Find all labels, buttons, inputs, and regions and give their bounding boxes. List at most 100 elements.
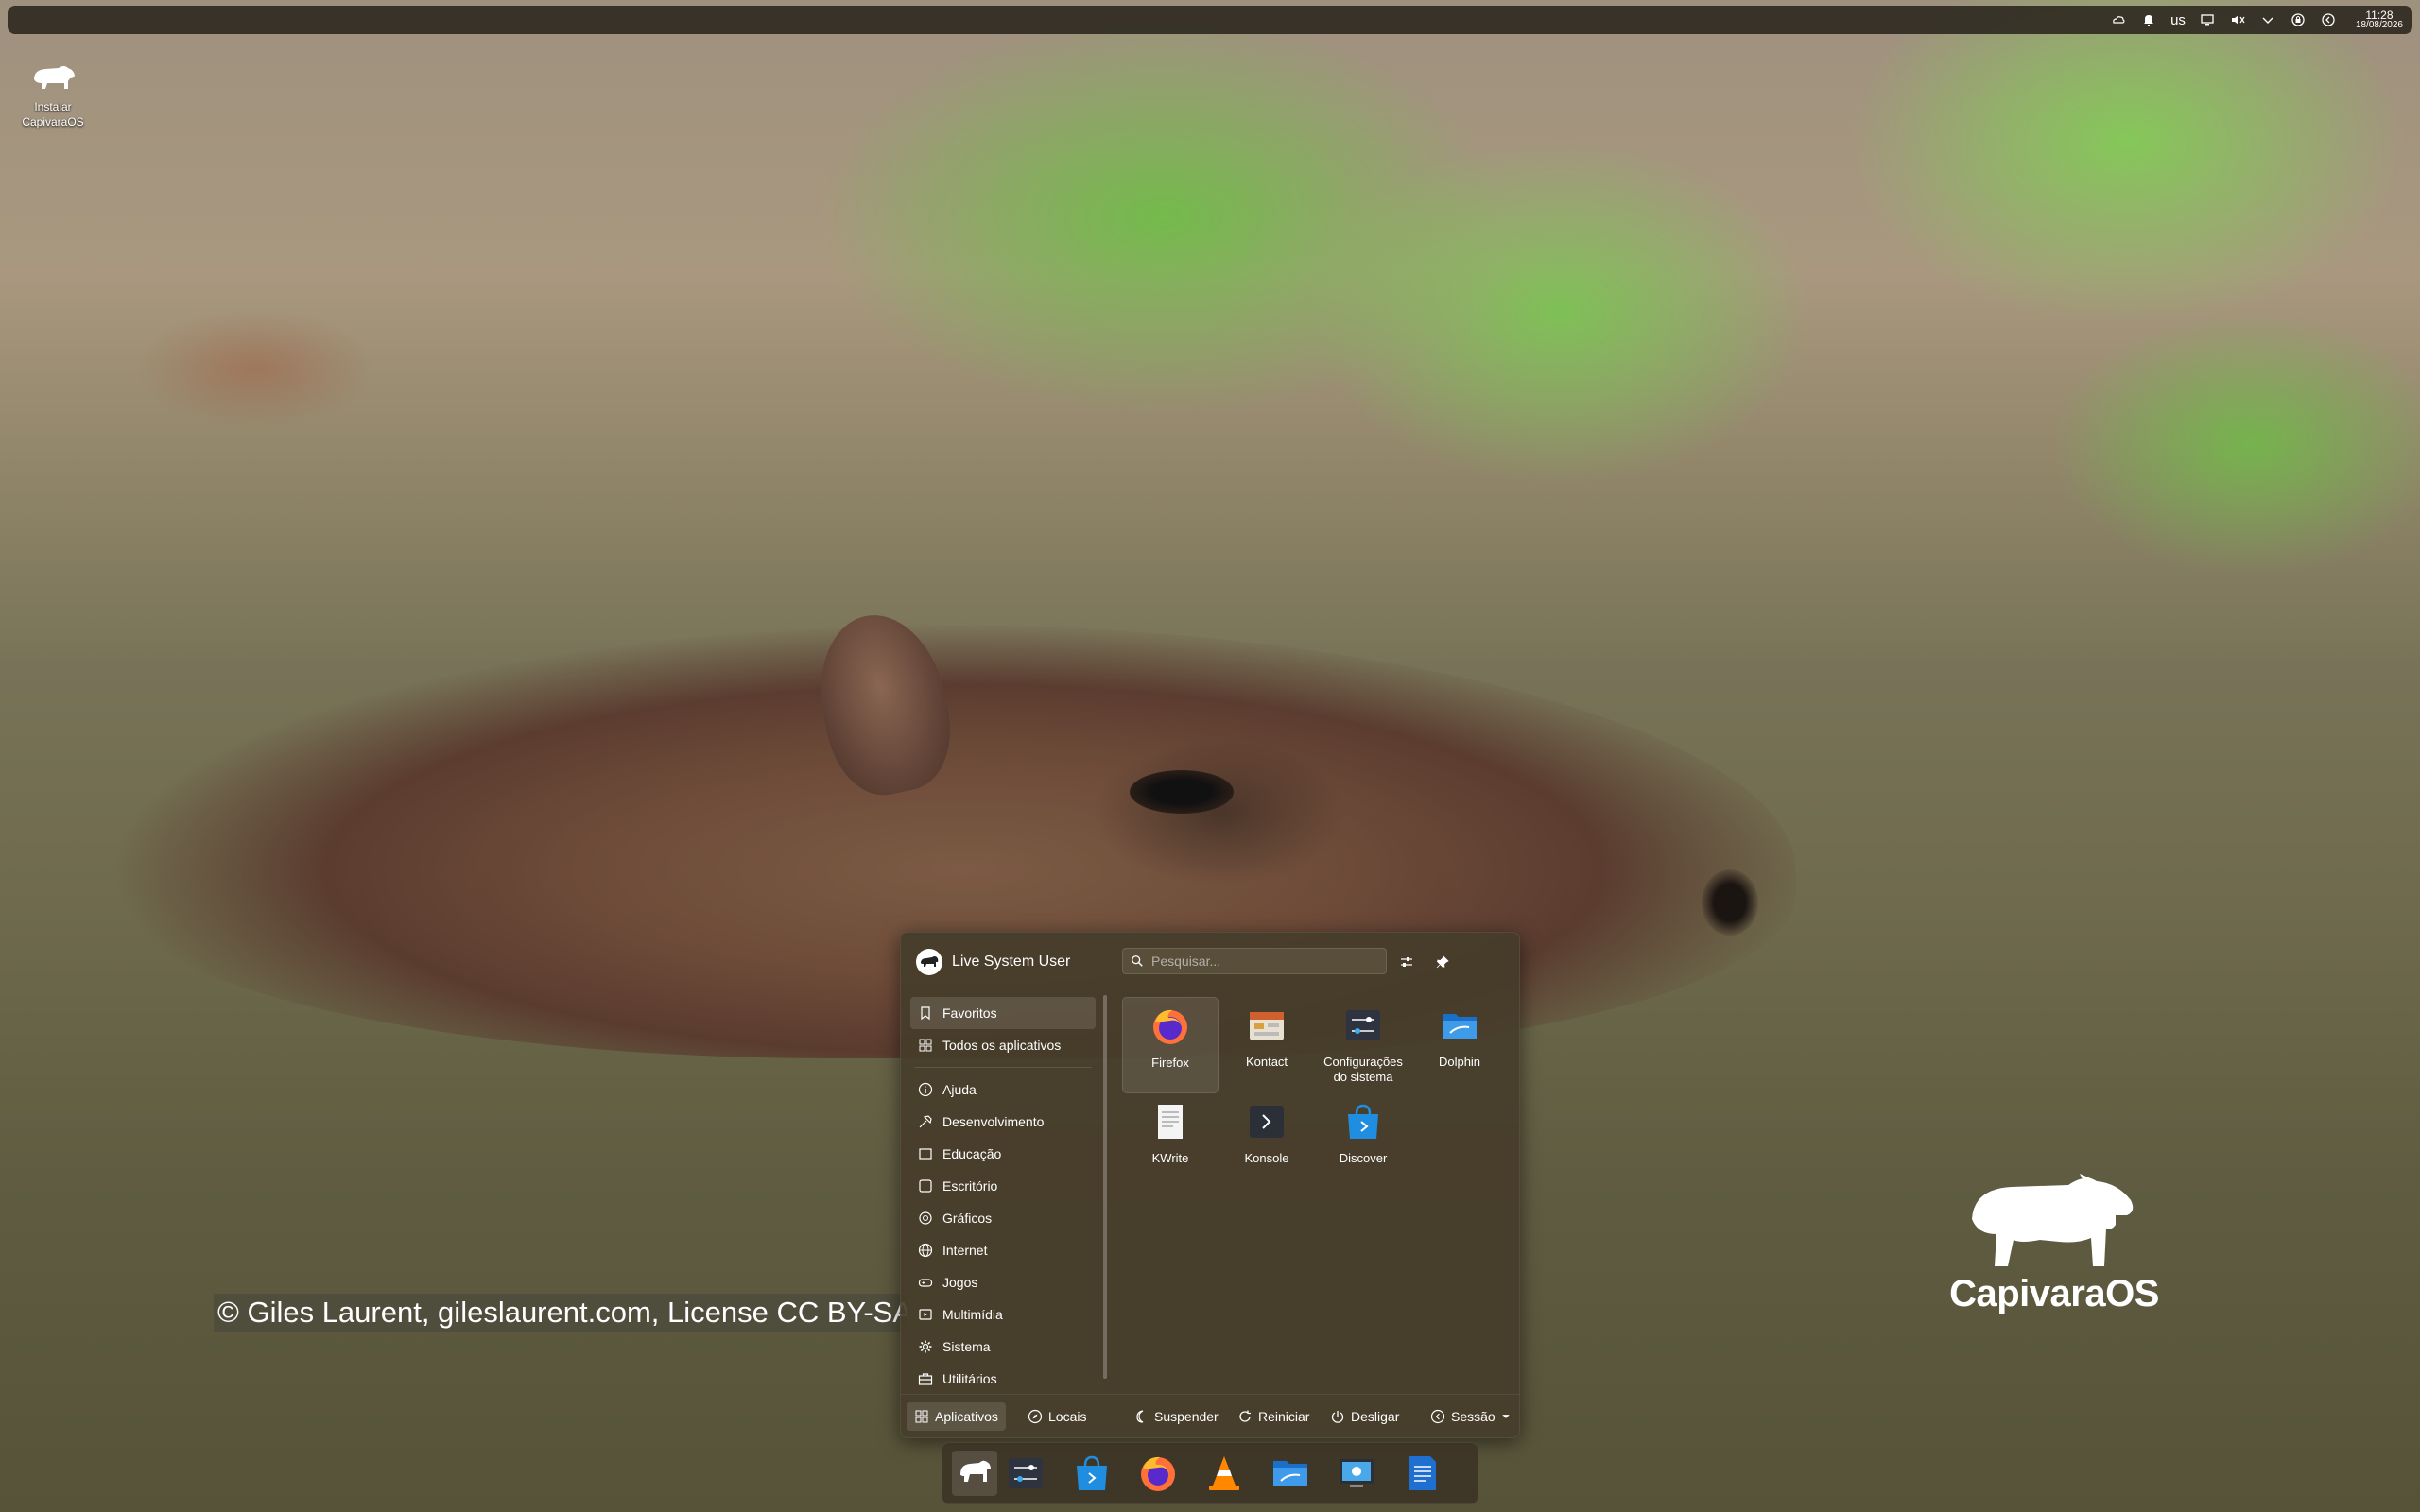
app-label: Discover — [1339, 1151, 1388, 1165]
dock-vlc[interactable] — [1201, 1451, 1247, 1496]
category-label: Ajuda — [942, 1082, 977, 1097]
app-label-line1: Configurações — [1323, 1055, 1403, 1069]
wallpaper-credit: © Giles Laurent, gileslaurent.com, Licen… — [214, 1294, 908, 1332]
dock-dolphin[interactable] — [1268, 1451, 1313, 1496]
keyboard-layout-indicator[interactable]: us — [2170, 12, 2186, 28]
multimedia-icon — [919, 1309, 932, 1320]
weather-icon[interactable] — [2110, 11, 2127, 28]
restart-button[interactable]: Reiniciar — [1230, 1402, 1317, 1431]
dock-office-writer[interactable] — [1400, 1451, 1445, 1496]
dock-screenshot[interactable] — [1334, 1451, 1379, 1496]
category-label: Sistema — [942, 1339, 991, 1354]
desktop-install-icon[interactable]: Instalar CapivaraOS — [13, 60, 93, 129]
dolphin-icon — [1273, 1461, 1307, 1486]
app-kwrite[interactable]: KWrite — [1122, 1093, 1219, 1190]
category-label: Jogos — [942, 1275, 978, 1290]
capybara-avatar-icon — [921, 956, 939, 967]
wallpaper-capybara-nose — [1702, 869, 1758, 936]
desktop-icon-label-1: Instalar — [34, 100, 72, 113]
app-firefox[interactable]: Firefox — [1122, 997, 1219, 1093]
dock-system-settings[interactable] — [1003, 1451, 1048, 1496]
restart-label: Reiniciar — [1258, 1409, 1310, 1424]
brand-logo: CapivaraOS — [1936, 1172, 2172, 1315]
hammer-icon — [919, 1115, 932, 1128]
pin-button[interactable] — [1430, 950, 1455, 974]
volume-muted-icon[interactable] — [2229, 11, 2246, 28]
tray-expand-icon[interactable] — [2259, 11, 2276, 28]
dock-launcher-button[interactable] — [952, 1451, 997, 1496]
category-educacao[interactable]: Educação — [910, 1138, 1096, 1170]
dock-firefox[interactable] — [1135, 1451, 1181, 1496]
tab-applications[interactable]: Aplicativos — [907, 1402, 1006, 1431]
app-system-settings[interactable]: Configurações do sistema — [1315, 997, 1411, 1093]
graphics-icon — [919, 1211, 932, 1225]
toolbox-icon — [918, 1373, 933, 1385]
capybara-icon — [34, 66, 75, 89]
category-divider — [914, 1067, 1092, 1068]
category-jogos[interactable]: Jogos — [910, 1266, 1096, 1298]
konsole-icon — [1250, 1106, 1284, 1138]
dock-discover[interactable] — [1069, 1451, 1115, 1496]
category-desenvolvimento[interactable]: Desenvolvimento — [910, 1106, 1096, 1138]
app-label: Dolphin — [1438, 1055, 1481, 1069]
application-launcher: Live System User Favoritos Todos os apli… — [900, 932, 1520, 1438]
app-label-line2: do sistema — [1333, 1070, 1393, 1084]
capybara-logo-icon — [1972, 1174, 2134, 1266]
desktop-icon-label-2: CapivaraOS — [22, 115, 84, 129]
category-favoritos[interactable]: Favoritos — [910, 997, 1096, 1029]
gamepad-icon — [918, 1279, 933, 1287]
search-input[interactable] — [1150, 953, 1380, 970]
globe-icon — [918, 1243, 933, 1258]
compass-icon — [1028, 1409, 1043, 1424]
power-icon — [1331, 1411, 1344, 1423]
search-field[interactable] — [1122, 948, 1387, 974]
vpn-icon[interactable] — [2290, 11, 2307, 28]
category-label: Favoritos — [942, 1005, 997, 1021]
grid-icon — [915, 1410, 928, 1423]
category-todos-os-aplicativos[interactable]: Todos os aplicativos — [910, 1029, 1096, 1061]
dock-panel — [942, 1442, 1478, 1504]
suspend-button[interactable]: Suspender — [1126, 1402, 1226, 1431]
digital-clock[interactable]: 11:28 18/08/2026 — [2356, 9, 2403, 30]
kwrite-icon — [1158, 1105, 1183, 1139]
app-discover[interactable]: Discover — [1315, 1093, 1411, 1190]
category-escritorio[interactable]: Escritório — [910, 1170, 1096, 1202]
category-label: Educação — [942, 1146, 1002, 1161]
clock-icon[interactable] — [2320, 11, 2337, 28]
category-multimidia[interactable]: Multimídia — [910, 1298, 1096, 1331]
category-internet[interactable]: Internet — [910, 1234, 1096, 1266]
discover-icon — [1077, 1455, 1107, 1490]
session-button[interactable]: Sessão — [1423, 1402, 1518, 1431]
category-label: Gráficos — [942, 1211, 993, 1226]
screenshot-icon — [1340, 1459, 1374, 1487]
sliders-icon — [1401, 957, 1412, 967]
category-graficos[interactable]: Gráficos — [910, 1202, 1096, 1234]
category-label: Internet — [942, 1243, 988, 1258]
category-scrollbar[interactable] — [1103, 995, 1107, 1379]
discover-icon — [1348, 1104, 1378, 1139]
suspend-label: Suspender — [1154, 1409, 1219, 1424]
app-konsole[interactable]: Konsole — [1219, 1093, 1315, 1190]
shutdown-label: Desligar — [1351, 1409, 1400, 1424]
pin-icon — [1436, 955, 1449, 969]
dolphin-icon — [1443, 1014, 1477, 1039]
configure-button[interactable] — [1394, 950, 1419, 974]
display-icon[interactable] — [2199, 11, 2216, 28]
tab-places[interactable]: Locais — [1020, 1402, 1094, 1431]
wallpaper-capybara-eye — [1130, 770, 1234, 814]
shutdown-button[interactable]: Desligar — [1322, 1402, 1407, 1431]
category-label: Utilitários — [942, 1371, 997, 1386]
category-ajuda[interactable]: Ajuda — [910, 1074, 1096, 1106]
system-tray: us 11:28 18/08/2026 — [2110, 9, 2403, 30]
category-utilitarios[interactable]: Utilitários — [910, 1363, 1096, 1395]
chevron-down-icon — [1501, 1415, 1510, 1418]
app-dolphin[interactable]: Dolphin — [1411, 997, 1508, 1093]
notifications-icon[interactable] — [2140, 11, 2157, 28]
user-avatar[interactable] — [916, 949, 942, 975]
search-icon — [1132, 955, 1143, 967]
category-sistema[interactable]: Sistema — [910, 1331, 1096, 1363]
tab-label: Locais — [1048, 1409, 1087, 1424]
session-icon — [1430, 1409, 1445, 1424]
bookmark-icon — [921, 1006, 930, 1021]
app-kontact[interactable]: Kontact — [1219, 997, 1315, 1093]
